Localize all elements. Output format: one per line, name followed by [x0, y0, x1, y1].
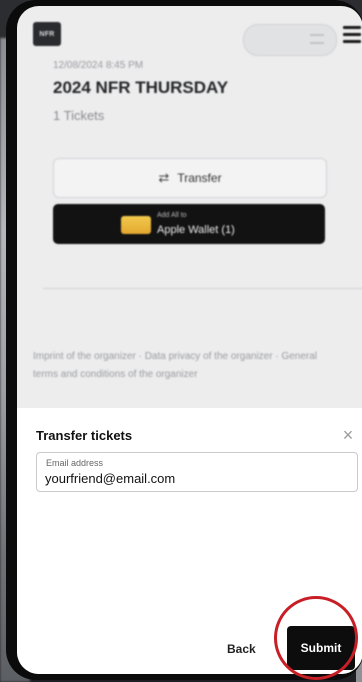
phone-frame: NFR 12/08/2024 8:45 PM 2024 NFR THURSDAY… [6, 0, 362, 680]
transfer-tickets-sheet: Transfer tickets × Email address Back Su… [17, 408, 362, 674]
transfer-button[interactable]: ⇄ Transfer [53, 158, 327, 198]
phone-screen: NFR 12/08/2024 8:45 PM 2024 NFR THURSDAY… [17, 6, 362, 674]
pill-icon [310, 34, 324, 44]
event-title: 2024 NFR THURSDAY [53, 78, 229, 97]
back-button[interactable]: Back [227, 642, 256, 656]
account-pill-button[interactable] [243, 24, 337, 56]
ticket-page-background: NFR 12/08/2024 8:45 PM 2024 NFR THURSDAY… [17, 6, 362, 408]
hamburger-menu-icon[interactable] [343, 26, 361, 43]
event-date: 12/08/2024 8:45 PM [53, 60, 144, 71]
submit-button[interactable]: Submit [287, 626, 355, 670]
apple-wallet-button[interactable]: Add All to Apple Wallet (1) [53, 204, 325, 244]
wallet-icon [121, 216, 151, 234]
email-input[interactable] [45, 469, 345, 487]
close-icon[interactable]: × [339, 426, 357, 444]
sheet-title: Transfer tickets [36, 428, 133, 443]
footer-legal-links[interactable]: Imprint of the organizer · Data privacy … [33, 348, 333, 384]
transfer-label: Transfer [177, 171, 222, 185]
email-label: Email address [46, 458, 104, 468]
top-bar: NFR [17, 6, 362, 60]
email-field[interactable]: Email address [36, 452, 358, 492]
ticket-count: 1 Tickets [53, 108, 105, 123]
transfer-icon: ⇄ [158, 170, 170, 185]
divider [43, 288, 362, 289]
nfr-logo: NFR [33, 22, 61, 46]
wallet-label: Apple Wallet (1) [157, 224, 235, 236]
wallet-small-label: Add All to [157, 212, 187, 219]
